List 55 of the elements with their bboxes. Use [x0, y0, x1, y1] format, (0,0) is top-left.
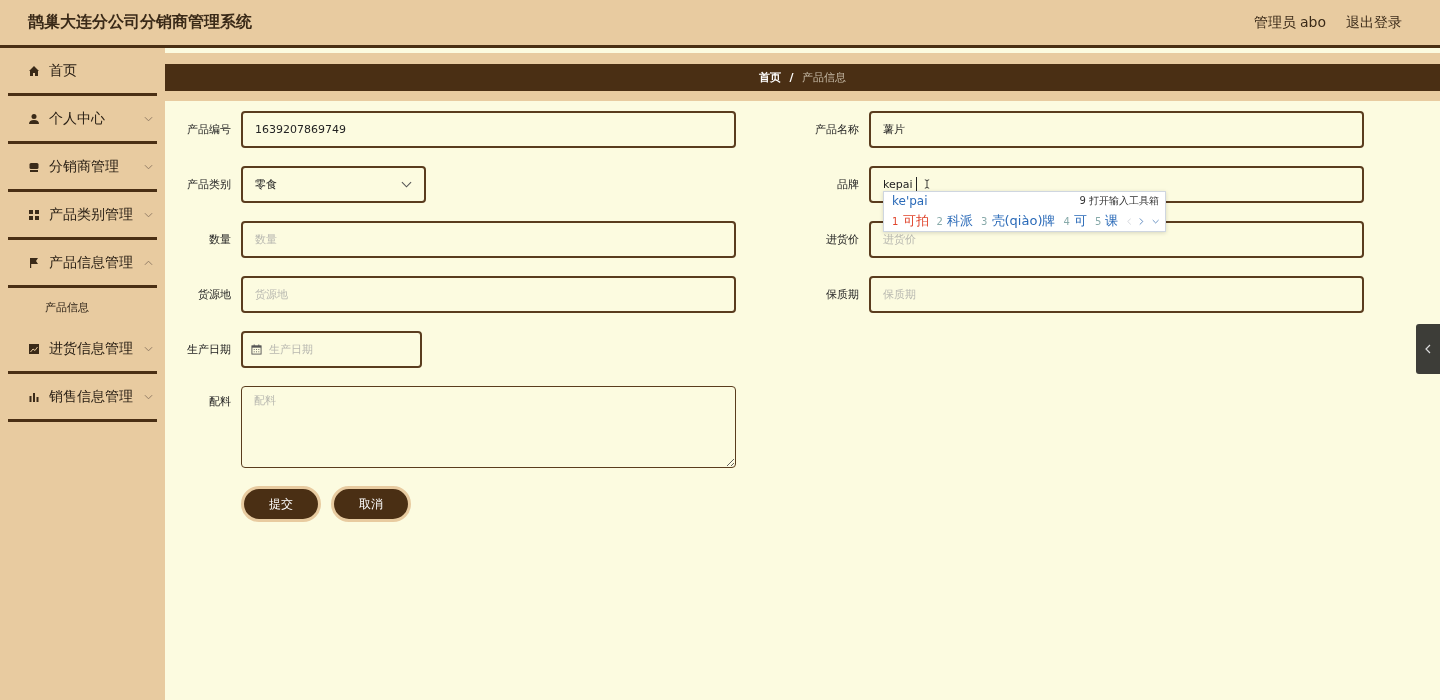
sidebar-item[interactable]: 产品类别管理 [0, 192, 165, 237]
form-button[interactable]: 取消 [331, 486, 411, 522]
chevron-icon [144, 393, 153, 400]
app-title: 鹊巢大连分公司分销商管理系统 [28, 12, 252, 33]
store-icon [28, 160, 40, 173]
field-label: 配料 [208, 394, 231, 409]
select-field[interactable]: 零食 [241, 166, 426, 203]
sidebar-item[interactable]: 首页 [0, 48, 165, 93]
chevron-down-icon [401, 181, 412, 188]
input-field[interactable]: 数量 [241, 221, 736, 258]
input-field[interactable]: 货源地 [241, 276, 736, 313]
breadcrumb-link[interactable]: 首页 [759, 70, 782, 85]
input-field[interactable]: 薯片 [869, 111, 1364, 148]
breadcrumb-separator: / [789, 71, 794, 84]
bar-chart-icon [28, 390, 40, 403]
grid-icon [28, 208, 40, 221]
sidebar-item[interactable]: 进货信息管理 [0, 326, 165, 371]
field-label: 产品类别 [186, 177, 231, 192]
sidebar-item[interactable]: 销售信息管理 [0, 374, 165, 419]
previous-page-icon[interactable] [1126, 216, 1132, 226]
field-label: 品牌 [836, 177, 859, 192]
chevron-icon [144, 211, 153, 218]
expand-icon[interactable] [1151, 218, 1159, 224]
text-caret [916, 177, 917, 191]
i-beam-cursor-icon [924, 178, 930, 190]
input-field[interactable]: 保质期 [869, 276, 1364, 313]
chevron-icon [144, 259, 153, 266]
next-page-icon[interactable] [1139, 216, 1144, 226]
calendar-icon [251, 344, 262, 355]
field-label: 保质期 [825, 287, 859, 302]
user-label: 管理员 abo [1253, 13, 1326, 32]
form-button[interactable]: 提交 [241, 486, 321, 522]
chevron-icon [144, 345, 153, 352]
sidebar-item[interactable]: 个人中心 [0, 96, 165, 141]
chart-icon [28, 342, 40, 355]
field-label: 进货价 [825, 232, 859, 247]
field-label: 货源地 [197, 287, 231, 302]
field-label: 产品编号 [186, 122, 231, 137]
sidebar-item[interactable]: 产品信息管理 [0, 240, 165, 285]
textarea-field[interactable]: 配料 [241, 386, 736, 468]
field-label: 生产日期 [186, 342, 231, 357]
flag-icon [28, 256, 40, 269]
input-field[interactable]: 1639207869749 [241, 111, 736, 148]
field-label: 数量 [208, 232, 231, 247]
chevron-icon [144, 115, 153, 122]
logout-link[interactable]: 退出登录 [1346, 13, 1402, 32]
sidebar-item[interactable]: 分销商管理 [0, 144, 165, 189]
field-label: 产品名称 [814, 122, 859, 137]
user-icon [28, 112, 40, 125]
submenu-item[interactable]: 产品信息 [8, 285, 157, 326]
home-icon [28, 64, 40, 77]
breadcrumb-current: 产品信息 [801, 70, 846, 85]
chevron-icon [144, 163, 153, 170]
side-collapse-tab[interactable] [1416, 324, 1440, 374]
chevron-left-icon [1425, 344, 1431, 354]
